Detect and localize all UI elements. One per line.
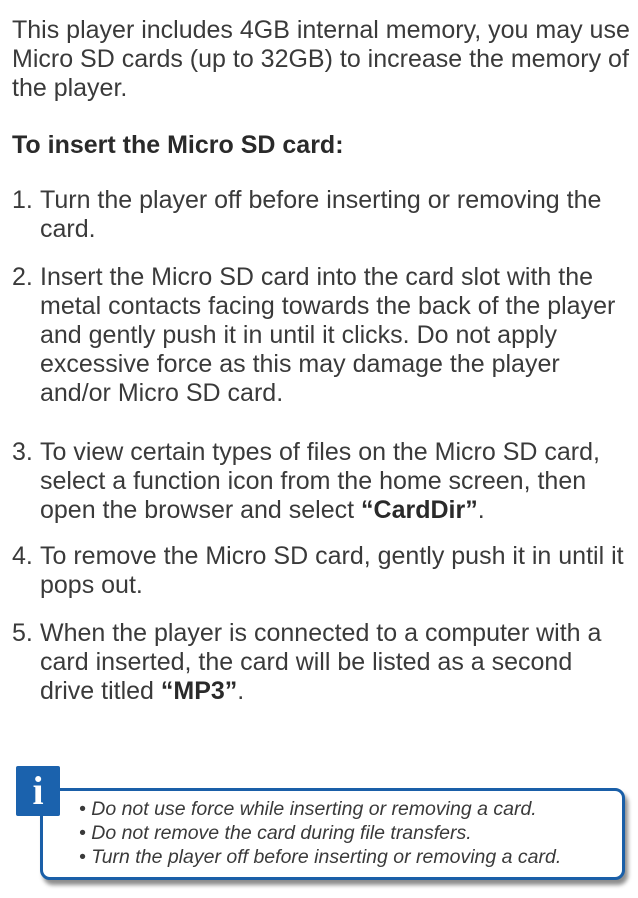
manual-page: This player includes 4GB internal memory… <box>0 0 638 898</box>
step-text-wrap: When the player is connected to a comput… <box>40 619 632 706</box>
step-text: To view certain types of files on the Mi… <box>40 438 600 524</box>
step-number: 4. <box>12 542 33 570</box>
list-item: 5. When the player is connected to a com… <box>12 619 632 706</box>
list-item: 3. To view certain types of files on the… <box>12 438 632 525</box>
info-icon: i <box>16 766 60 816</box>
drive-name-mp3: “MP3” <box>160 677 238 705</box>
note-item: • Turn the player off before inserting o… <box>79 846 562 868</box>
step-text-wrap: To view certain types of files on the Mi… <box>40 438 632 525</box>
list-item: 2. Insert the Micro SD card into the car… <box>12 263 632 408</box>
step-number: 1. <box>12 186 33 214</box>
section-heading: To insert the Micro SD card: <box>12 131 344 159</box>
note-item: • Do not remove the card during file tra… <box>79 822 472 844</box>
note-item: • Do not use force while inserting or re… <box>79 798 537 820</box>
list-item: 1. Turn the player off before inserting … <box>12 186 632 244</box>
step-text: When the player is connected to a comput… <box>40 619 602 705</box>
folder-name-carddir: “CardDir” <box>361 496 478 524</box>
step-text: Insert the Micro SD card into the card s… <box>40 263 616 407</box>
list-item: 4. To remove the Micro SD card, gently p… <box>12 542 632 600</box>
steps-list: 1. Turn the player off before inserting … <box>12 186 632 706</box>
intro-paragraph: This player includes 4GB internal memory… <box>12 16 630 102</box>
step-number: 2. <box>12 263 33 291</box>
step-text-end: . <box>477 496 485 524</box>
step-text-end: . <box>237 677 245 705</box>
step-text: To remove the Micro SD card, gently push… <box>40 542 624 599</box>
note-box: • Do not use force while inserting or re… <box>40 788 625 880</box>
step-text: Turn the player off before inserting or … <box>40 186 602 243</box>
step-number: 5. <box>12 619 33 647</box>
step-number: 3. <box>12 438 33 466</box>
note-list: • Do not use force while inserting or re… <box>79 797 561 869</box>
